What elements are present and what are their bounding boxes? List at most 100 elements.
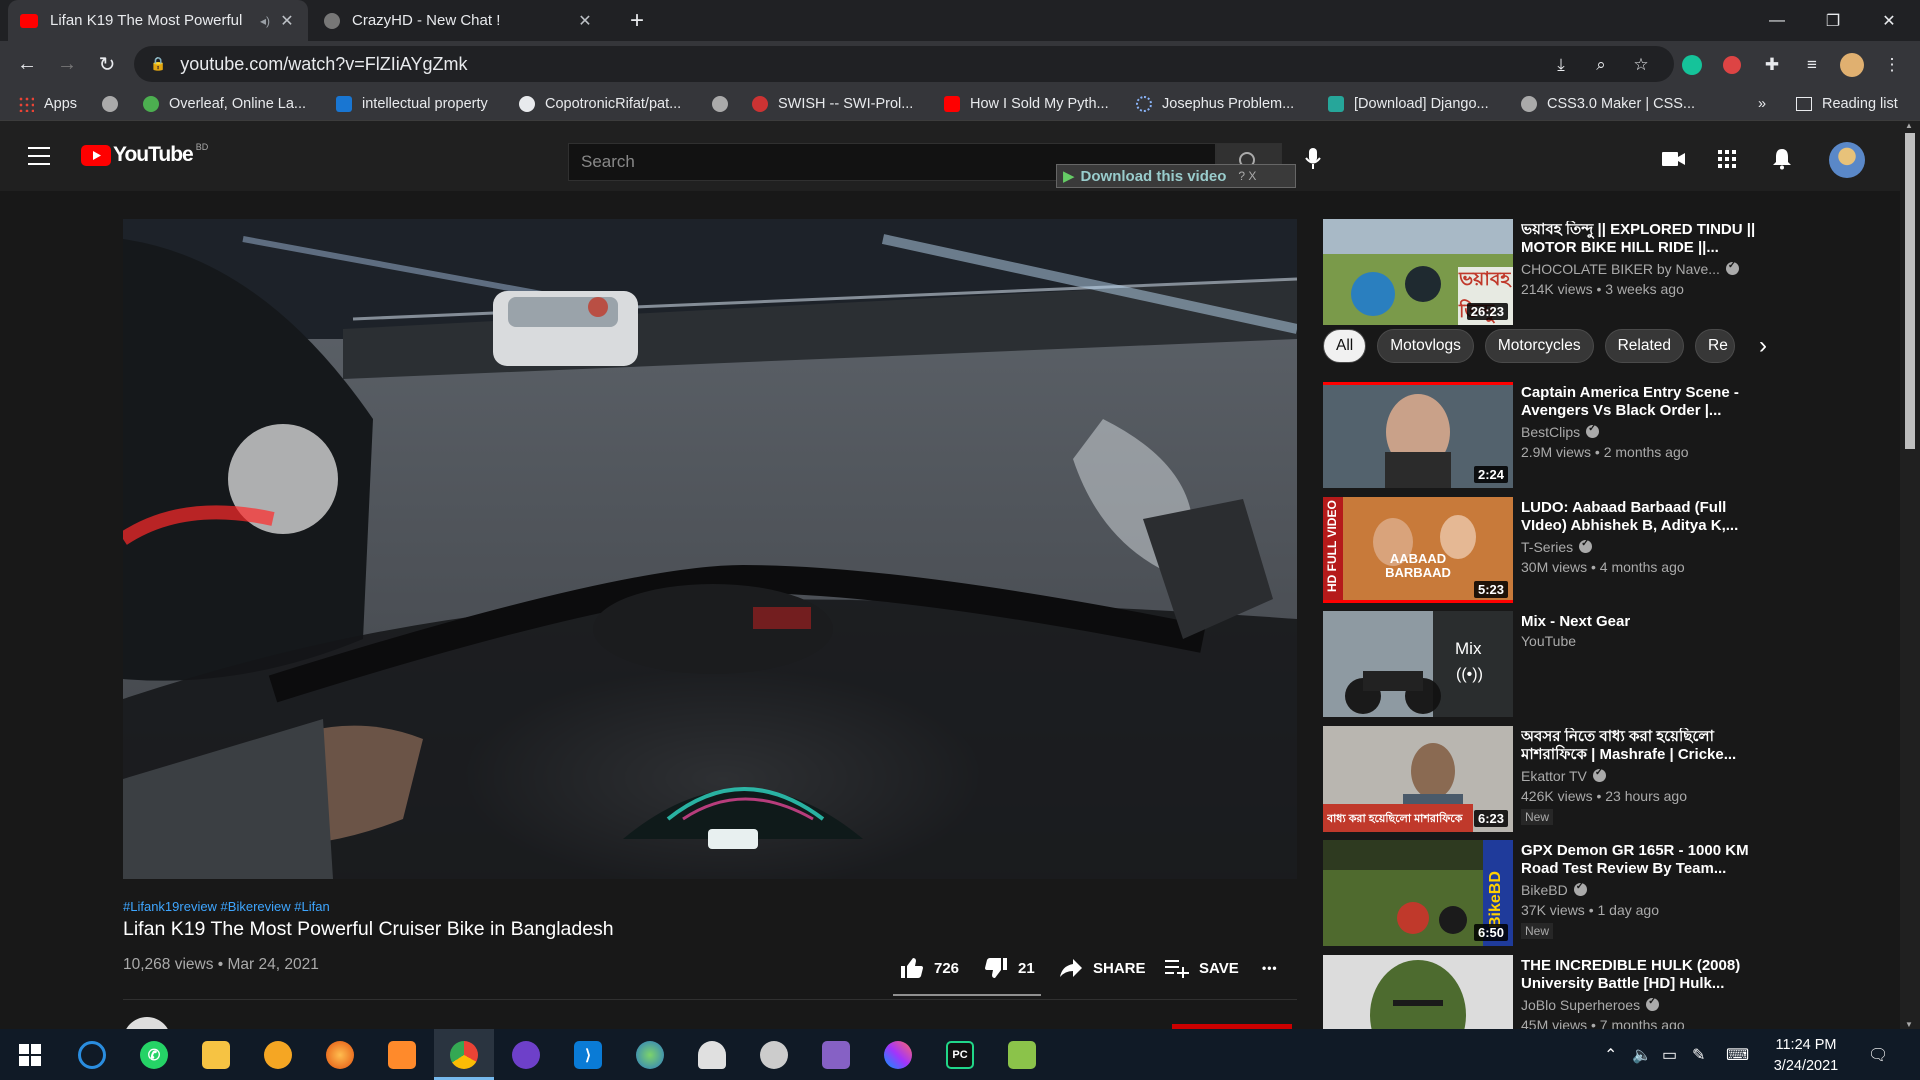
video-hashtags[interactable]: #Lifank19review #Bikereview #Lifan [123, 899, 330, 914]
video-title[interactable]: GPX Demon GR 165R - 1000 KM Road Test Re… [1521, 842, 1761, 878]
recommended-video[interactable]: ভয়াবহ তিন্দু 26:23 ভয়াবহ তিন্দু || EXP… [1323, 219, 1893, 327]
grammarly-icon[interactable] [1679, 52, 1705, 78]
start-button[interactable] [0, 1029, 60, 1080]
tab-crazyhd[interactable]: CrazyHD - New Chat ! ✕ [312, 0, 606, 41]
chip-recent[interactable]: Re [1695, 329, 1736, 363]
channel-name[interactable]: CHOCOLATE BIKER by Nave... [1521, 260, 1739, 277]
back-button[interactable]: ← [12, 49, 42, 79]
video-title[interactable]: অবসর নিতে বাধ্য করা হয়েছিলো মাশরাফিকে |… [1521, 728, 1761, 764]
taskbar-app-brave[interactable] [248, 1029, 308, 1080]
user-avatar[interactable] [1829, 142, 1865, 178]
chip-all[interactable]: All [1323, 329, 1367, 363]
bookmark-youtube[interactable]: How I Sold My Pyth... [944, 87, 1109, 121]
bookmark-django[interactable]: [Download] Django... [1328, 87, 1489, 121]
scrollbar-thumb[interactable] [1905, 133, 1915, 449]
menu-kebab-icon[interactable]: ⋮ [1879, 52, 1905, 78]
recommended-video[interactable]: THE INCREDIBLE HULK (2008) University Ba… [1323, 955, 1893, 1029]
page-scrollbar[interactable]: ▲ ▼ [1900, 121, 1920, 1029]
reload-button[interactable]: ↻ [92, 49, 122, 79]
volume-icon[interactable]: 🔈 [1632, 1029, 1652, 1080]
close-tab-icon[interactable]: ✕ [278, 11, 296, 31]
save-button[interactable]: SAVE [1165, 951, 1239, 985]
share-button[interactable]: SHARE [1059, 951, 1146, 985]
recommended-video[interactable]: 2:24 Captain America Entry Scene - Aveng… [1323, 382, 1893, 490]
channel-name[interactable]: Ekattor TV [1521, 767, 1606, 784]
taskbar-app-chrome[interactable] [434, 1029, 494, 1080]
video-title[interactable]: THE INCREDIBLE HULK (2008) University Ba… [1521, 957, 1761, 993]
taskbar-app-satellite[interactable] [744, 1029, 804, 1080]
address-bar[interactable]: 🔒 youtube.com/watch?v=FlZIiAYgZmk [134, 46, 1674, 82]
apps-grid-icon[interactable] [1718, 150, 1736, 173]
notifications-icon[interactable]: 🗨 [1868, 1029, 1888, 1080]
lock-icon[interactable]: 🔒 [150, 56, 166, 72]
forward-button[interactable]: → [52, 49, 82, 79]
tray-show-hidden-icon[interactable]: ⌃ [1604, 1029, 1617, 1080]
create-video-icon[interactable] [1662, 151, 1686, 172]
bookmark-josephus[interactable]: Josephus Problem... [1136, 87, 1294, 121]
video-thumbnail[interactable]: 2:24 [1323, 382, 1513, 488]
bookmark-intellectual-property[interactable]: intellectual property [336, 87, 488, 121]
video-thumbnail[interactable]: ভয়াবহ তিন্দু 26:23 [1323, 219, 1513, 325]
channel-name[interactable]: T-Series [1521, 538, 1593, 555]
bookmark-apps[interactable]: Apps [18, 87, 77, 121]
keyboard-icon[interactable]: ⌨ [1726, 1029, 1749, 1080]
close-window-button[interactable]: ✕ [1862, 0, 1916, 41]
hamburger-menu-icon[interactable] [28, 147, 50, 165]
bookmark-globe[interactable] [102, 87, 128, 121]
channel-name[interactable]: YouTube [1521, 633, 1576, 649]
video-thumbnail[interactable]: BikeBD 6:50 [1323, 840, 1513, 946]
tab-youtube[interactable]: Lifan K19 The Most Powerful ◂) ✕ [8, 0, 308, 41]
recommended-video[interactable]: HD FULL VIDEO AABAAD BARBAAD 5:23 LUDO: … [1323, 497, 1893, 605]
video-title[interactable]: Mix - Next Gear [1521, 613, 1761, 631]
video-player[interactable] [123, 219, 1297, 879]
system-clock[interactable]: 11:24 PM 3/24/2021 [1762, 1035, 1850, 1077]
taskbar-app-notepad[interactable] [992, 1029, 1052, 1080]
bookmark-globe-2[interactable] [712, 87, 738, 121]
install-icon[interactable]: ⤓ [1548, 52, 1574, 78]
channel-name[interactable]: BikeBD [1521, 881, 1587, 898]
taskbar-app-vscode[interactable]: ⟩ [558, 1029, 618, 1080]
taskbar-app-globe[interactable] [620, 1029, 680, 1080]
taskbar-app-pycharm[interactable]: PC [930, 1029, 990, 1080]
channel-avatar[interactable] [123, 1017, 171, 1029]
taskbar-app-firefox[interactable] [310, 1029, 370, 1080]
like-button[interactable]: 726 [900, 951, 959, 985]
bookmark-css-maker[interactable]: CSS3.0 Maker | CSS... [1521, 87, 1695, 121]
media-queue-icon[interactable]: ≡ [1799, 52, 1825, 78]
taskbar-app-file-explorer[interactable] [186, 1029, 246, 1080]
chevron-right-icon[interactable]: › [1746, 329, 1780, 363]
taskbar-app-messenger[interactable] [868, 1029, 928, 1080]
bookmark-swish[interactable]: SWISH -- SWI-Prol... [752, 87, 913, 121]
notifications-bell-icon[interactable] [1772, 148, 1792, 175]
youtube-logo[interactable]: YouTube BD [81, 142, 208, 167]
pen-icon[interactable]: ✎ [1692, 1029, 1705, 1080]
scroll-down-icon[interactable]: ▼ [1905, 1020, 1913, 1029]
chip-motorcycles[interactable]: Motorcycles [1484, 329, 1594, 363]
bookmark-github[interactable]: CopotronicRifat/pat... [519, 87, 681, 121]
video-thumbnail[interactable]: বাধ্য করা হয়েছিলো মাশরাফিকে 6:23 [1323, 726, 1513, 832]
minimize-button[interactable]: — [1750, 0, 1804, 41]
speaker-icon[interactable]: ◂) [260, 14, 270, 28]
recommended-video[interactable]: বাধ্য করা হয়েছিলো মাশরাফিকে 6:23 অবসর ন… [1323, 726, 1893, 834]
network-icon[interactable]: ▭ [1662, 1029, 1677, 1080]
dislike-button[interactable]: 21 [984, 951, 1035, 985]
video-title[interactable]: Captain America Entry Scene - Avengers V… [1521, 384, 1761, 420]
video-thumbnail[interactable] [1323, 955, 1513, 1029]
video-thumbnail[interactable]: HD FULL VIDEO AABAAD BARBAAD 5:23 [1323, 497, 1513, 603]
scroll-up-icon[interactable]: ▲ [1905, 121, 1913, 130]
chip-motovlogs[interactable]: Motovlogs [1377, 329, 1474, 363]
taskbar-app-orange[interactable] [372, 1029, 432, 1080]
mix-thumbnail[interactable]: Mix ((•)) [1323, 611, 1513, 717]
profile-avatar[interactable] [1839, 52, 1865, 78]
new-tab-button[interactable]: + [622, 6, 652, 36]
taskbar-app-github[interactable] [496, 1029, 556, 1080]
recommended-mix[interactable]: Mix ((•)) Mix - Next Gear YouTube [1323, 611, 1893, 719]
taskbar-app-refresh[interactable] [62, 1029, 122, 1080]
bookmarks-overflow[interactable]: » [1758, 87, 1766, 121]
maximize-button[interactable]: ❐ [1806, 0, 1860, 41]
extension-icon[interactable] [1719, 52, 1745, 78]
reading-list[interactable]: Reading list [1796, 87, 1898, 121]
video-title[interactable]: LUDO: Aabaad Barbaad (Full VIdeo) Abhish… [1521, 499, 1761, 535]
puzzle-icon[interactable]: ✚ [1759, 52, 1785, 78]
zoom-icon[interactable]: ⌕ [1588, 52, 1614, 78]
